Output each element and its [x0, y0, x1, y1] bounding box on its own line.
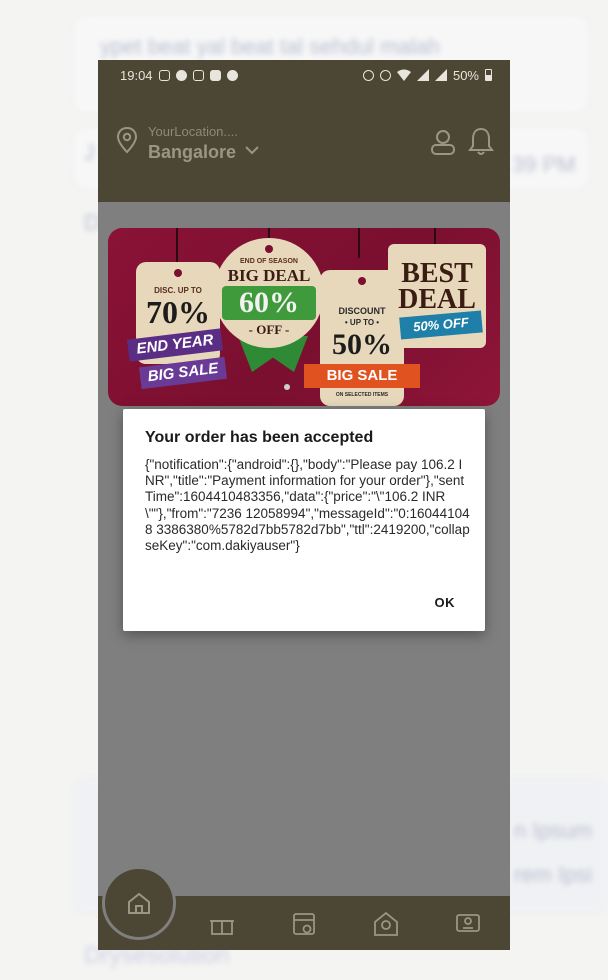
status-time: 19:04 — [120, 67, 153, 83]
dialog-title: Your order has been accepted — [145, 429, 374, 446]
tag4-line-2: DEAL — [398, 284, 476, 315]
signal-2-icon — [434, 69, 447, 81]
delivery-icon — [374, 911, 398, 936]
tag2-title: BIG DEAL — [227, 266, 311, 285]
tag1-value: 70% — [146, 294, 210, 330]
status-right: 50% — [362, 67, 492, 83]
background-lorem-1: n Ipsum — [514, 818, 593, 843]
support-icon — [456, 914, 480, 932]
support-button[interactable] — [454, 910, 482, 938]
tag3-foot: ON SELECTED ITEMS — [335, 392, 389, 398]
location-city[interactable]: Bangalore — [148, 142, 236, 163]
signal-icon — [416, 69, 429, 81]
tag-hole — [358, 277, 366, 285]
location-pin-icon[interactable] — [116, 126, 138, 154]
background-text-top: ypet beat yal beat tal sehdul malah — [100, 34, 441, 59]
bookmark-icon — [209, 69, 221, 81]
gift-button[interactable] — [208, 910, 236, 938]
delivery-button[interactable] — [372, 910, 400, 938]
tag-hole — [174, 269, 182, 277]
tag2-top: END OF SEASON — [240, 258, 298, 265]
orders-button[interactable] — [290, 910, 318, 938]
background-time: 39 PM — [512, 152, 576, 177]
message-icon — [175, 69, 187, 81]
promo-banner[interactable]: DISC. UP TO 70% END YEAR BIG SALE END OF… — [108, 228, 500, 406]
background-text-j: J — [84, 140, 95, 165]
home-icon — [128, 892, 150, 914]
whatsapp-icon — [226, 69, 238, 81]
carousel-dot[interactable] — [284, 384, 290, 390]
photo-icon — [192, 69, 204, 81]
tag2-sub: - OFF - — [248, 322, 290, 337]
order-accepted-dialog: Your order has been accepted {"notificat… — [123, 409, 485, 631]
status-left: 19:04 — [120, 68, 238, 83]
tag2-value: 60% — [222, 286, 316, 320]
background-lorem-2: rem Ipsi — [514, 862, 593, 887]
dialog-body: {"notification":{"android":{},"body":"Pl… — [145, 457, 470, 554]
app-header: YourLocation.... Bangalore — [98, 90, 510, 202]
orders-icon — [293, 913, 315, 935]
gift-icon — [210, 920, 234, 935]
sale-tag-60: END OF SEASON BIG DEAL 60% - OFF - — [214, 238, 324, 348]
banner-string-1 — [176, 228, 178, 262]
banner-string-4 — [434, 228, 436, 244]
battery-percent: 50% — [452, 67, 479, 83]
user-icon[interactable] — [430, 128, 456, 156]
tag3-ribbon: BIG SALE — [304, 364, 420, 388]
location-label: YourLocation.... — [148, 124, 238, 139]
video-icon — [158, 69, 170, 81]
wifi-icon — [396, 69, 411, 81]
ok-button[interactable]: OK — [435, 595, 456, 610]
banner-string-3 — [358, 228, 360, 258]
status-bar: 19:04 50% — [98, 60, 510, 90]
headphones-icon — [379, 69, 391, 81]
chevron-down-icon[interactable] — [244, 144, 260, 156]
bell-icon[interactable] — [468, 126, 494, 156]
tag-hole — [265, 245, 273, 253]
home-button[interactable] — [102, 866, 176, 940]
alarm-icon — [362, 69, 374, 81]
battery-icon — [485, 69, 492, 81]
